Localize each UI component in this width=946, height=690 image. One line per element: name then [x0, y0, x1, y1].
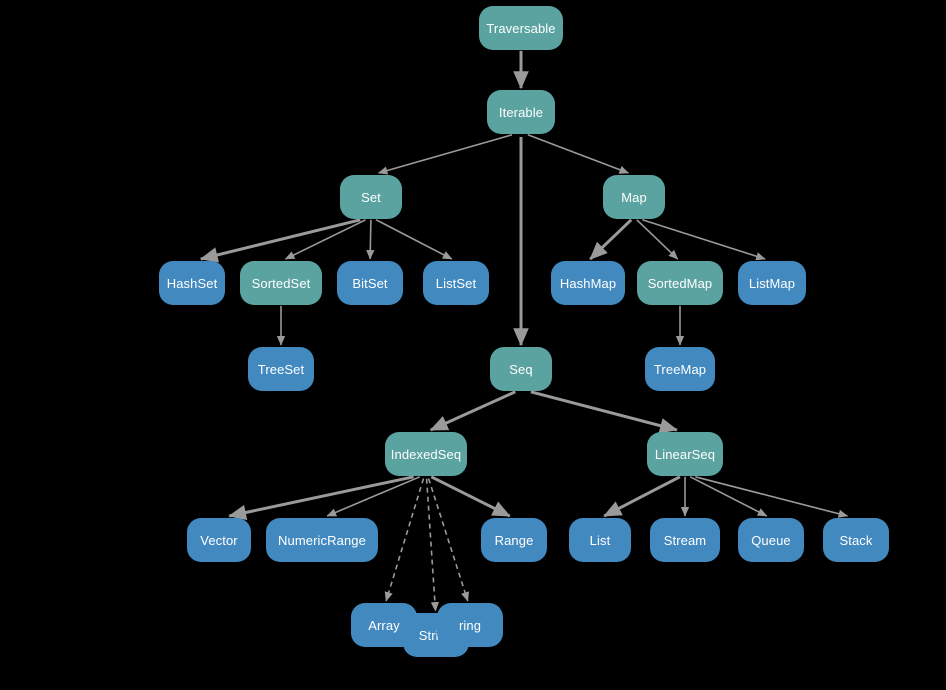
node-label: Iterable	[498, 104, 544, 120]
node-label: ring	[458, 617, 482, 633]
node-label: List	[589, 532, 611, 548]
node-bitset[interactable]: BitSet	[337, 261, 403, 305]
node-label: ListSet	[435, 275, 477, 291]
node-stream[interactable]: Stream	[650, 518, 720, 562]
node-set[interactable]: Set	[340, 175, 402, 219]
node-label: BitSet	[352, 275, 388, 291]
node-listmap[interactable]: ListMap	[738, 261, 806, 305]
node-label: IndexedSeq	[390, 446, 462, 462]
node-numericrange[interactable]: NumericRange	[266, 518, 378, 562]
node-layer: Traversable Iterable Set Map HashSet SortedSe…	[0, 0, 946, 690]
node-listset[interactable]: ListSet	[423, 261, 489, 305]
node-label: Queue	[751, 532, 791, 548]
node-label: TreeMap	[653, 361, 707, 377]
node-treeset[interactable]: TreeSet	[248, 347, 314, 391]
node-label: ListMap	[748, 275, 796, 291]
node-label: NumericRange	[278, 532, 366, 548]
node-stack[interactable]: Stack	[823, 518, 889, 562]
node-label: HashSet	[166, 275, 218, 291]
node-range[interactable]: Range	[481, 518, 547, 562]
node-label: SortedSet	[251, 275, 311, 291]
node-queue[interactable]: Queue	[738, 518, 804, 562]
node-seq[interactable]: Seq	[490, 347, 552, 391]
node-sortedset[interactable]: SortedSet	[240, 261, 322, 305]
node-label: Traversable	[486, 20, 556, 36]
collections-hierarchy-diagram: Traversable Iterable Set Map HashSet SortedSe…	[0, 0, 946, 690]
node-label: HashMap	[559, 275, 617, 291]
node-sortedmap[interactable]: SortedMap	[637, 261, 723, 305]
node-label: SortedMap	[647, 275, 713, 291]
node-hashmap[interactable]: HashMap	[551, 261, 625, 305]
node-indexedseq[interactable]: IndexedSeq	[385, 432, 467, 476]
node-map[interactable]: Map	[603, 175, 665, 219]
node-label: TreeSet	[257, 361, 305, 377]
node-string3[interactable]: ring	[437, 603, 503, 647]
node-label: Vector	[200, 532, 238, 548]
node-vector[interactable]: Vector	[187, 518, 251, 562]
node-traversable[interactable]: Traversable	[479, 6, 563, 50]
node-label: Range	[494, 532, 534, 548]
node-label: Seq	[509, 361, 533, 377]
node-label: Stack	[839, 532, 873, 548]
node-list[interactable]: List	[569, 518, 631, 562]
node-label: Array	[368, 617, 400, 633]
node-linearseq[interactable]: LinearSeq	[647, 432, 723, 476]
node-label: Map	[621, 189, 647, 205]
node-hashset[interactable]: HashSet	[159, 261, 225, 305]
node-label: Stream	[663, 532, 707, 548]
node-iterable[interactable]: Iterable	[487, 90, 555, 134]
node-label: Set	[361, 189, 381, 205]
node-label: LinearSeq	[654, 446, 716, 462]
node-treemap[interactable]: TreeMap	[645, 347, 715, 391]
